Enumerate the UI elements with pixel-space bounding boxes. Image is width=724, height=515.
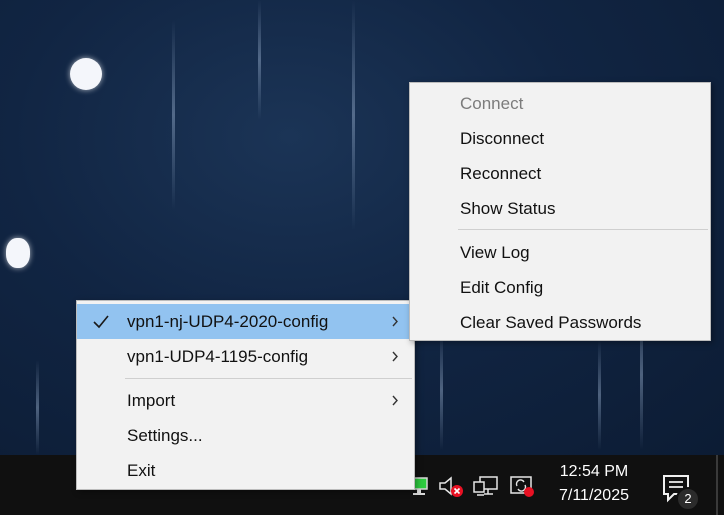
menu-item-label: Clear Saved Passwords [460, 313, 642, 332]
network-icon[interactable] [472, 474, 502, 498]
volume-muted-icon[interactable] [438, 474, 464, 498]
menu-item-view-log[interactable]: View Log [410, 235, 710, 270]
menu-item-show-status[interactable]: Show Status [410, 191, 710, 226]
menu-item-config-1195[interactable]: vpn1-UDP4-1195-config [77, 339, 414, 374]
notification-count-badge: 2 [676, 487, 700, 511]
checkmark-icon [93, 315, 109, 329]
clock-time: 12:54 PM [559, 463, 629, 480]
wallpaper-streak [598, 340, 601, 450]
menu-item-label: Exit [127, 461, 156, 480]
sync-status-icon[interactable] [508, 474, 538, 498]
wallpaper-streak [440, 330, 443, 450]
menu-item-label: View Log [460, 243, 530, 262]
wallpaper-streak [172, 20, 175, 210]
menu-item-settings[interactable]: Settings... [77, 418, 414, 453]
menu-item-label: Disconnect [460, 129, 545, 148]
menu-item-clear-saved-passwords[interactable]: Clear Saved Passwords [410, 305, 710, 340]
wallpaper-streak [36, 360, 39, 455]
wallpaper-light [6, 238, 30, 268]
wallpaper-light [70, 58, 102, 90]
menu-item-connect[interactable]: Connect [410, 86, 710, 121]
wallpaper-streak [258, 0, 261, 120]
chevron-right-icon [392, 316, 398, 327]
taskbar-clock[interactable]: 12:54 PM 7/11/2025 [548, 460, 640, 508]
chevron-right-icon [392, 395, 398, 406]
config-submenu: Connect Disconnect Reconnect Show Status… [409, 82, 711, 341]
menu-item-label: Connect [460, 94, 524, 113]
menu-item-label: vpn1-nj-UDP4-2020-config [127, 312, 329, 331]
wallpaper-streak [352, 0, 355, 230]
menu-item-disconnect[interactable]: Disconnect [410, 121, 710, 156]
menu-separator [125, 378, 412, 379]
menu-item-reconnect[interactable]: Reconnect [410, 156, 710, 191]
menu-item-label: Edit Config [460, 278, 544, 297]
clock-date: 7/11/2025 [559, 487, 629, 504]
menu-item-config-nj[interactable]: vpn1-nj-UDP4-2020-config [77, 304, 414, 339]
menu-item-label: Import [127, 391, 176, 410]
menu-item-edit-config[interactable]: Edit Config [410, 270, 710, 305]
menu-separator [458, 229, 708, 230]
chevron-right-icon [392, 351, 398, 362]
menu-item-label: Show Status [460, 199, 556, 218]
tray-context-menu: vpn1-nj-UDP4-2020-config vpn1-UDP4-1195-… [76, 300, 415, 490]
menu-item-exit[interactable]: Exit [77, 453, 414, 488]
menu-item-label: vpn1-UDP4-1195-config [127, 347, 309, 366]
menu-item-import[interactable]: Import [77, 383, 414, 418]
menu-item-label: Settings... [127, 426, 203, 445]
menu-item-label: Reconnect [460, 164, 542, 183]
show-desktop-edge[interactable] [716, 455, 718, 515]
